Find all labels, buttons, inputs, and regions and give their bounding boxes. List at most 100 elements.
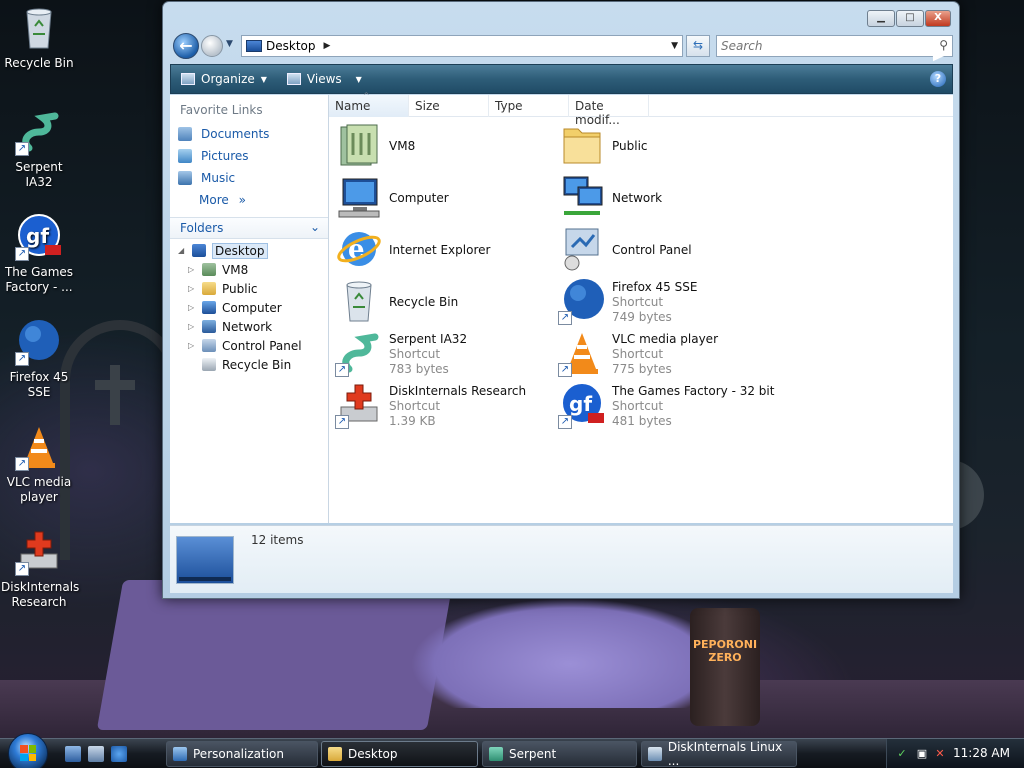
favorite-links-more[interactable]: More » — [170, 189, 328, 211]
close-button[interactable]: X — [925, 10, 951, 27]
help-icon[interactable]: ? — [930, 71, 946, 87]
desktop-icon-games-factory[interactable]: gf ↗ The Games Factory - ... — [1, 213, 77, 295]
control-panel-icon — [558, 225, 606, 273]
file-item-name: VM8 — [389, 138, 416, 153]
file-item-recycle-bin[interactable]: Recycle Bin — [335, 277, 555, 327]
clock[interactable]: 11:28 AM — [953, 746, 1010, 760]
tree-item-label: Desktop — [212, 242, 268, 259]
file-item-computer[interactable]: Computer — [335, 173, 555, 223]
navigation-pane: Favorite Links Documents Pictures Music … — [170, 95, 329, 523]
games-factory-icon: gf ↗ — [15, 213, 63, 261]
file-item-control-panel[interactable]: Control Panel — [558, 225, 778, 275]
desktop-icon-label: Firefox 45 SSE — [9, 370, 69, 399]
folders-title: Folders — [180, 221, 224, 235]
folder-tree: ◢ Desktop ▷ VM8 ▷ Public ▷ Computer ▷ Ne… — [170, 241, 328, 374]
column-size[interactable]: Size — [409, 95, 489, 117]
search-input[interactable] — [717, 36, 917, 56]
switch-windows-icon[interactable] — [88, 746, 104, 762]
games-factory-icon: gf ↗ — [558, 381, 606, 429]
computer-icon — [335, 173, 383, 221]
file-item-public[interactable]: Public — [558, 121, 778, 171]
desktop-icon-diskinternals[interactable]: ↗ DiskInternals Research — [1, 528, 79, 610]
file-item-network[interactable]: Network — [558, 173, 778, 223]
tree-item-recycle-bin[interactable]: Recycle Bin — [170, 355, 328, 374]
column-type[interactable]: Type — [489, 95, 569, 117]
security-icon[interactable]: ✓ — [895, 747, 909, 761]
folder-icon — [558, 121, 606, 169]
search-box[interactable]: ⚲ — [716, 35, 953, 57]
file-item-type: Shortcut — [612, 294, 664, 309]
file-item-games-factory[interactable]: gf ↗ The Games Factory - 32 bit Shortcut… — [558, 381, 778, 431]
tree-item-desktop[interactable]: ◢ Desktop — [170, 241, 328, 260]
tree-item-computer[interactable]: ▷ Computer — [170, 298, 328, 317]
expand-arrow-icon[interactable]: ▷ — [188, 341, 198, 350]
internet-explorer-icon[interactable] — [111, 746, 127, 762]
expand-arrow-icon[interactable]: ▷ — [188, 265, 198, 274]
tree-item-vm8[interactable]: ▷ VM8 — [170, 260, 328, 279]
chevron-down-icon[interactable]: ▼ — [356, 75, 362, 84]
network-status-icon[interactable]: ▣ — [915, 747, 929, 761]
documents-icon — [178, 127, 192, 141]
refresh-button[interactable]: ⇆ — [686, 35, 710, 57]
recycle-bin-icon — [335, 277, 383, 325]
start-button[interactable] — [8, 733, 48, 768]
serpent-icon: ↗ — [335, 329, 383, 377]
file-item-firefox[interactable]: ↗ Firefox 45 SSE Shortcut 749 bytes — [558, 277, 778, 327]
column-label: Name — [335, 99, 371, 113]
desktop-icon-recycle-bin[interactable]: Recycle Bin — [1, 4, 77, 71]
favorite-link-music[interactable]: Music — [170, 167, 328, 189]
breadcrumb-chevron-icon[interactable]: ▶ — [324, 41, 331, 51]
show-desktop-icon[interactable] — [65, 746, 81, 762]
sort-ascending-icon: ^ — [363, 91, 370, 100]
views-button[interactable]: Views ▼ — [286, 72, 362, 86]
expand-arrow-icon[interactable]: ▷ — [188, 284, 198, 293]
svg-text:gf: gf — [26, 224, 49, 248]
expand-arrow-icon[interactable]: ▷ — [188, 303, 198, 312]
taskbar-button-diskinternals[interactable]: DiskInternals Linux ... — [641, 740, 797, 768]
file-item-vlc[interactable]: ↗ VLC media player Shortcut 775 bytes — [558, 329, 778, 379]
shortcut-arrow-icon: ↗ — [558, 363, 572, 377]
volume-muted-icon[interactable]: ✕ — [933, 747, 947, 761]
taskbar-button-serpent[interactable]: Serpent — [482, 741, 637, 767]
file-item-serpent[interactable]: ↗ Serpent IA32 Shortcut 783 bytes — [335, 329, 555, 379]
folders-header[interactable]: Folders ⌄ — [170, 217, 328, 239]
file-item-name: Public — [612, 138, 648, 153]
folder-icon — [202, 282, 216, 295]
column-name[interactable]: ^ Name — [329, 91, 409, 117]
address-dropdown-icon[interactable]: ▼ — [671, 41, 678, 51]
file-item-vm8[interactable]: VM8 — [335, 121, 555, 171]
file-item-diskinternals[interactable]: ↗ DiskInternals Research Shortcut 1.39 K… — [335, 381, 555, 431]
recent-pages-dropdown[interactable]: ▼ — [226, 39, 233, 49]
address-bar[interactable]: Desktop ▶ ▼ — [241, 35, 683, 57]
file-list[interactable]: ^ Name Size Type Date modif... VM8 Publi… — [329, 91, 953, 523]
file-item-name: The Games Factory - 32 bit — [612, 383, 775, 398]
taskbar-button-personalization[interactable]: Personalization — [166, 741, 318, 767]
favorite-link-pictures[interactable]: Pictures — [170, 145, 328, 167]
maximize-button[interactable]: □ — [896, 10, 924, 27]
taskbar-button-label: Personalization — [193, 747, 284, 761]
desktop-icon-firefox[interactable]: ↗ Firefox 45 SSE — [1, 318, 77, 400]
address-text: Desktop — [266, 39, 316, 53]
diskinternals-icon: ↗ — [15, 528, 63, 576]
tree-item-control-panel[interactable]: ▷ Control Panel — [170, 336, 328, 355]
taskbar-button-label: Serpent — [509, 747, 557, 761]
vlc-icon: ↗ — [558, 329, 606, 377]
desktop-icon-serpent[interactable]: ↗ Serpent IA32 — [1, 108, 77, 190]
forward-button[interactable] — [201, 35, 223, 57]
explorer-window[interactable]: ▁ □ X ← ▼ Desktop ▶ ▼ ⇆ ⚲ Organize ▼ Vie… — [162, 1, 960, 599]
expand-arrow-icon[interactable]: ◢ — [178, 246, 188, 255]
tree-item-network[interactable]: ▷ Network — [170, 317, 328, 336]
column-date-modified[interactable]: Date modif... — [569, 95, 649, 127]
file-item-name: Firefox 45 SSE — [612, 279, 698, 294]
minimize-button[interactable]: ▁ — [867, 10, 895, 27]
expand-arrow-icon[interactable]: ▷ — [188, 322, 198, 331]
favorite-link-documents[interactable]: Documents — [170, 123, 328, 145]
back-button[interactable]: ← — [173, 33, 199, 59]
tree-item-public[interactable]: ▷ Public — [170, 279, 328, 298]
taskbar-button-desktop[interactable]: Desktop — [321, 741, 478, 767]
file-item-type: Shortcut — [612, 346, 664, 361]
tree-item-label: Recycle Bin — [222, 357, 292, 372]
organize-button[interactable]: Organize ▼ — [181, 72, 267, 86]
file-item-internet-explorer[interactable]: e Internet Explorer — [335, 225, 555, 275]
desktop-icon-vlc[interactable]: ↗ VLC media player — [1, 423, 77, 505]
